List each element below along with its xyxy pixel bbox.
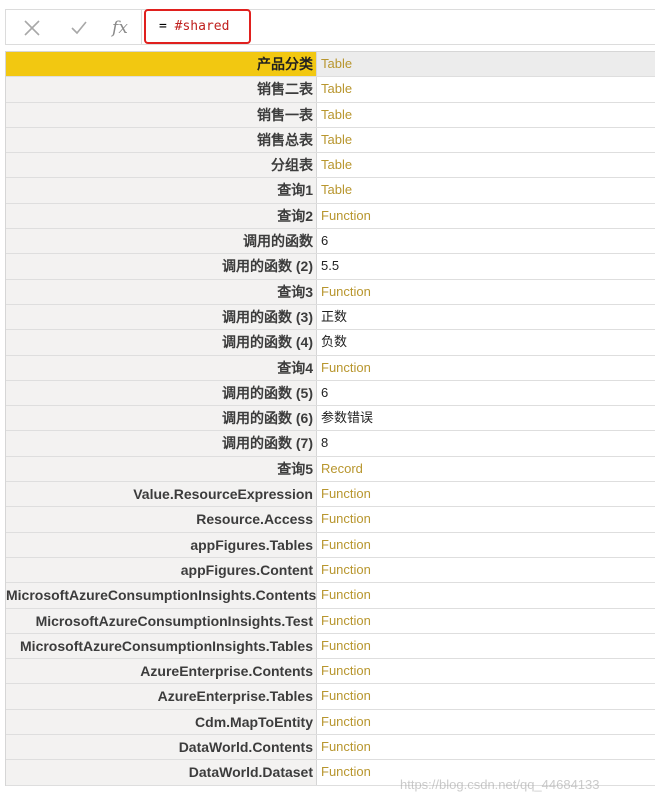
- value-link[interactable]: Function: [317, 557, 655, 583]
- formula-bar-buttons: fx: [5, 9, 142, 45]
- table-row[interactable]: 销售一表 Table: [6, 102, 655, 128]
- value-link[interactable]: Function: [317, 633, 655, 659]
- field-name-cell[interactable]: 产品分类: [6, 52, 317, 77]
- formula-text[interactable]: = #shared: [159, 18, 229, 36]
- field-name-cell[interactable]: MicrosoftAzureConsumptionInsights.Tables: [6, 633, 317, 659]
- value-link[interactable]: Function: [317, 684, 655, 709]
- value-link[interactable]: Table: [317, 52, 655, 77]
- field-name-cell[interactable]: MicrosoftAzureConsumptionInsights.Test: [6, 608, 317, 633]
- table-row[interactable]: 查询3 Function: [6, 279, 655, 305]
- field-name-cell[interactable]: DataWorld.Dataset: [6, 760, 317, 785]
- value-cell: 6: [317, 229, 655, 254]
- value-cell: 8: [317, 431, 655, 456]
- value-link[interactable]: Table: [317, 77, 655, 102]
- formula-prefix: =: [159, 19, 175, 34]
- table-row[interactable]: 调用的函数 (3) 正数: [6, 304, 655, 331]
- value-link[interactable]: Function: [317, 608, 655, 633]
- field-name-cell[interactable]: appFigures.Content: [6, 557, 317, 583]
- value-link[interactable]: Function: [317, 659, 655, 684]
- value-link[interactable]: Record: [317, 456, 655, 482]
- value-link[interactable]: Function: [317, 532, 655, 557]
- field-name-cell[interactable]: 调用的函数: [6, 229, 317, 254]
- field-name-cell[interactable]: 调用的函数 (2): [6, 254, 317, 279]
- field-name-cell[interactable]: 查询1: [6, 178, 317, 203]
- table-row[interactable]: Resource.Access Function: [6, 507, 655, 533]
- value-link[interactable]: Function: [317, 279, 655, 304]
- table-row[interactable]: 产品分类 Table: [6, 52, 655, 78]
- table-row[interactable]: 调用的函数 (6) 参数错误: [6, 406, 655, 432]
- value-cell: 6: [317, 380, 655, 406]
- table-row[interactable]: 调用的函数 (5) 6: [6, 380, 655, 407]
- shared-record-grid: 产品分类 Table 销售二表 Table 销售一表 Table 销售总表 Table 分组表 T…: [5, 51, 655, 786]
- field-name-cell[interactable]: appFigures.Tables: [6, 532, 317, 557]
- table-row[interactable]: MicrosoftAzureConsumptionInsights.Conten…: [6, 583, 655, 609]
- field-name-cell[interactable]: 调用的函数 (7): [6, 431, 317, 456]
- field-name-cell[interactable]: 销售二表: [6, 77, 317, 102]
- field-name-cell[interactable]: 分组表: [6, 153, 317, 178]
- field-name-cell[interactable]: Cdm.MapToEntity: [6, 709, 317, 735]
- table-row[interactable]: 调用的函数 (7) 8: [6, 431, 655, 457]
- formula-expression: #shared: [174, 19, 230, 34]
- field-name-cell[interactable]: 调用的函数 (3): [6, 304, 317, 330]
- field-name-cell[interactable]: DataWorld.Contents: [6, 735, 317, 760]
- table-row[interactable]: 调用的函数 (2) 5.5: [6, 254, 655, 280]
- value-cell: 参数错误: [317, 406, 655, 431]
- value-cell: 负数: [317, 330, 655, 355]
- field-name-cell[interactable]: 调用的函数 (4): [6, 330, 317, 355]
- value-link[interactable]: Function: [317, 203, 655, 229]
- field-name-cell[interactable]: 查询2: [6, 203, 317, 229]
- table-row[interactable]: 销售二表 Table: [6, 77, 655, 103]
- table-row[interactable]: 调用的函数 (4) 负数: [6, 330, 655, 356]
- table-row[interactable]: 销售总表 Table: [6, 127, 655, 154]
- field-name-cell[interactable]: Resource.Access: [6, 507, 317, 532]
- field-name-cell[interactable]: 调用的函数 (6): [6, 406, 317, 431]
- field-name-cell[interactable]: AzureEnterprise.Tables: [6, 684, 317, 709]
- table-row[interactable]: 调用的函数 6: [6, 229, 655, 255]
- check-icon[interactable]: [67, 16, 91, 40]
- value-link[interactable]: Table: [317, 153, 655, 178]
- close-icon[interactable]: [20, 16, 44, 40]
- value-link[interactable]: Table: [317, 127, 655, 153]
- field-name-cell[interactable]: 销售一表: [6, 102, 317, 127]
- table-row[interactable]: appFigures.Content Function: [6, 557, 655, 584]
- table-row[interactable]: DataWorld.Contents Function: [6, 735, 655, 761]
- field-name-cell[interactable]: 销售总表: [6, 127, 317, 153]
- field-name-cell[interactable]: MicrosoftAzureConsumptionInsights.Conten…: [6, 583, 317, 608]
- field-name-cell[interactable]: 查询4: [6, 355, 317, 380]
- field-name-cell[interactable]: 调用的函数 (5): [6, 380, 317, 406]
- field-name-cell[interactable]: 查询3: [6, 279, 317, 304]
- table-row[interactable]: AzureEnterprise.Contents Function: [6, 659, 655, 685]
- field-name-cell[interactable]: Value.ResourceExpression: [6, 482, 317, 507]
- value-link[interactable]: Table: [317, 178, 655, 203]
- table-row[interactable]: 查询4 Function: [6, 355, 655, 381]
- table-row[interactable]: appFigures.Tables Function: [6, 532, 655, 558]
- value-link[interactable]: Function: [317, 709, 655, 735]
- table-row[interactable]: 分组表 Table: [6, 153, 655, 179]
- fx-icon[interactable]: fx: [108, 16, 132, 40]
- table-row[interactable]: Value.ResourceExpression Function: [6, 482, 655, 508]
- value-link[interactable]: Function: [317, 355, 655, 380]
- table-row[interactable]: Cdm.MapToEntity Function: [6, 709, 655, 736]
- field-name-cell[interactable]: AzureEnterprise.Contents: [6, 659, 317, 684]
- value-link[interactable]: Function: [317, 482, 655, 507]
- value-link[interactable]: Function: [317, 507, 655, 532]
- watermark: https://blog.csdn.net/qq_44684133: [400, 777, 600, 792]
- table-row[interactable]: AzureEnterprise.Tables Function: [6, 684, 655, 710]
- value-link[interactable]: Function: [317, 583, 655, 608]
- formula-bar: fx = #shared: [0, 0, 655, 48]
- value-link[interactable]: Function: [317, 735, 655, 760]
- table-row[interactable]: MicrosoftAzureConsumptionInsights.Test Fu…: [6, 608, 655, 634]
- table-row[interactable]: MicrosoftAzureConsumptionInsights.Tables…: [6, 633, 655, 660]
- value-link[interactable]: Table: [317, 102, 655, 127]
- value-cell: 5.5: [317, 254, 655, 279]
- value-cell: 正数: [317, 304, 655, 330]
- field-name-cell[interactable]: 查询5: [6, 456, 317, 482]
- table-row[interactable]: 查询1 Table: [6, 178, 655, 204]
- table-row[interactable]: 查询2 Function: [6, 203, 655, 230]
- table-row[interactable]: 查询5 Record: [6, 456, 655, 483]
